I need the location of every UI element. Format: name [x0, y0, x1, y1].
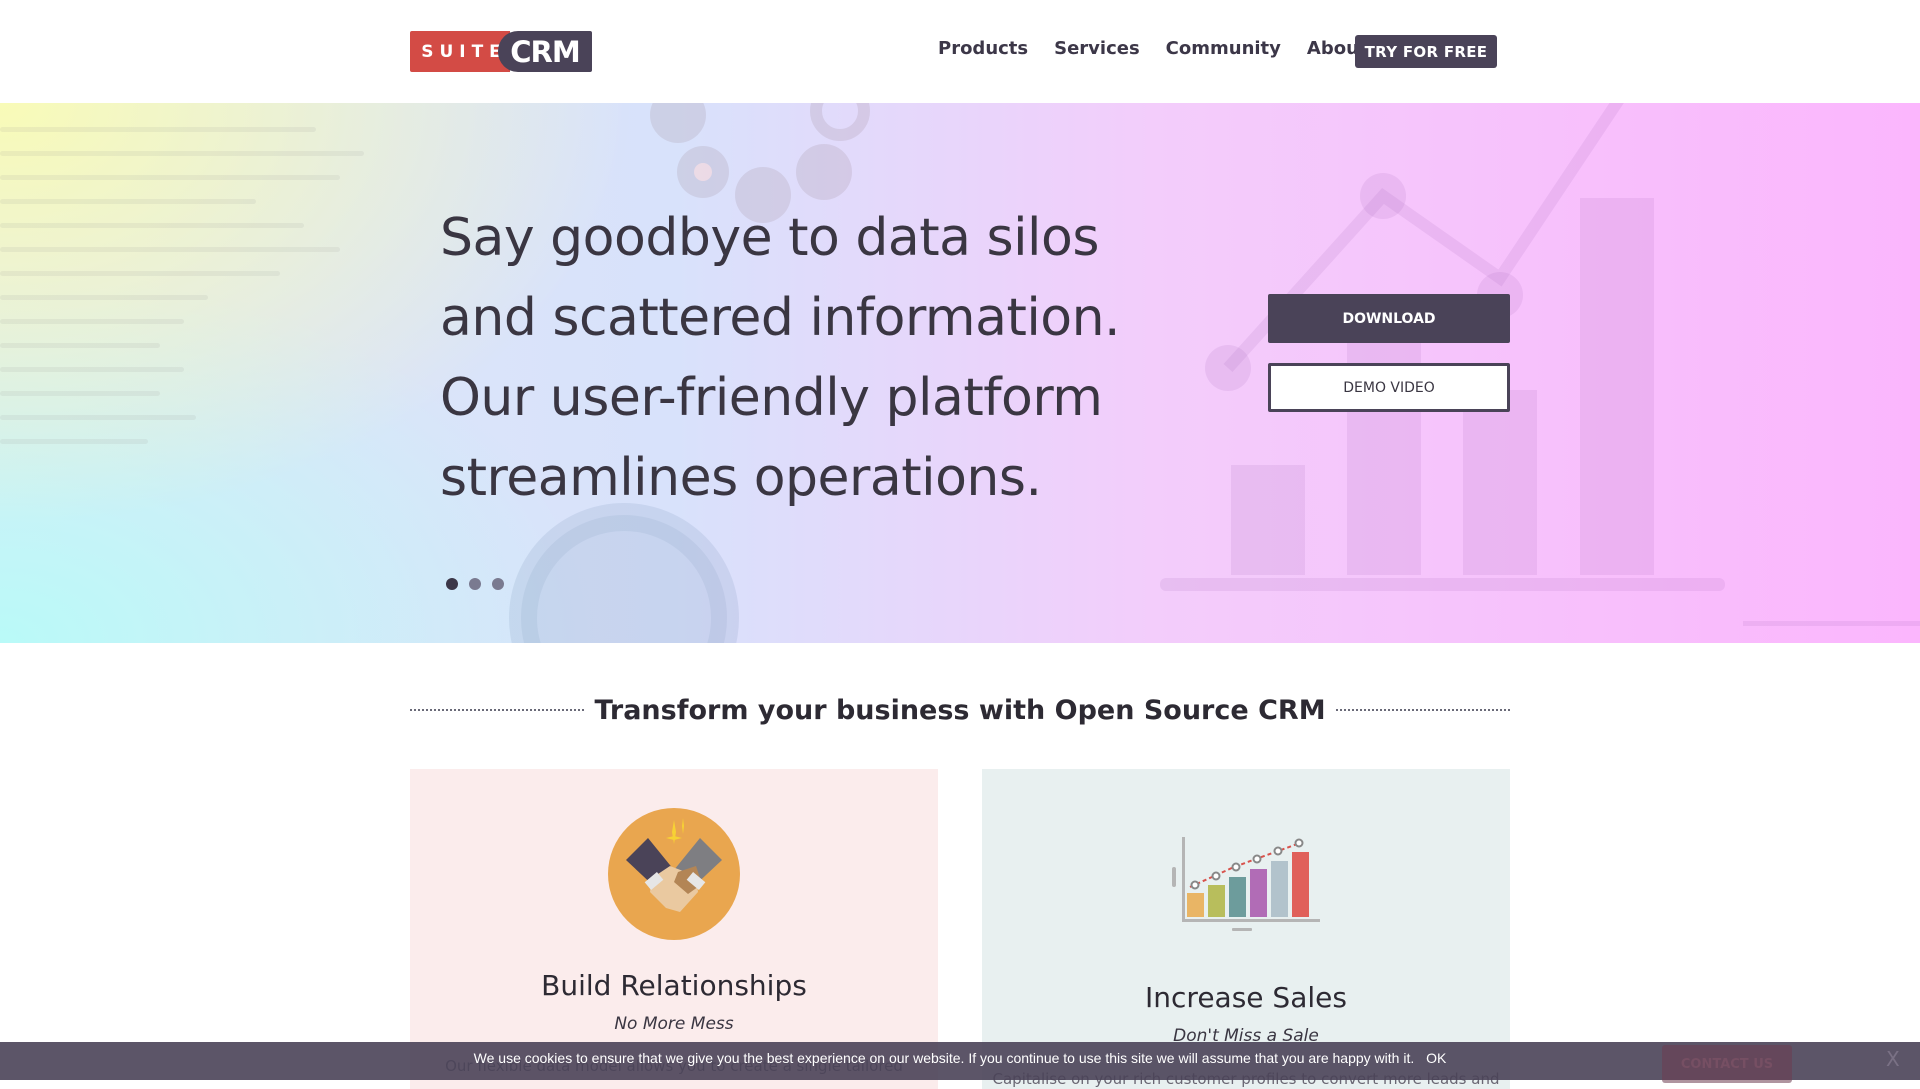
sales-chart-icon [1172, 837, 1320, 931]
hero-banner: Say goodbye to data silos and scattered … [0, 103, 1920, 643]
cookie-message-row: We use cookies to ensure that we give yo… [0, 1050, 1920, 1066]
logo-suite-text: SUITE [410, 31, 510, 72]
cookie-banner: We use cookies to ensure that we give yo… [0, 1042, 1920, 1080]
feature-card-relationships: Build Relationships No More Mess Our fle… [410, 769, 938, 1089]
nav-products[interactable]: Products [938, 38, 1028, 59]
hero-line: streamlines operations. [440, 448, 1042, 508]
nav-community[interactable]: Community [1166, 38, 1281, 59]
decorative-chart-icon [1160, 103, 1920, 626]
download-button[interactable]: DOWNLOAD [1268, 294, 1510, 343]
logo-crm-text: CRM [498, 31, 592, 72]
carousel-dot-3[interactable] [492, 578, 504, 590]
divider-left [410, 709, 585, 711]
card-title: Increase Sales [1145, 981, 1347, 1014]
card-subtitle: No More Mess [614, 1014, 734, 1034]
hero-headline: Say goodbye to data silos and scattered … [440, 198, 1140, 518]
handshake-icon [608, 808, 740, 940]
hero-line: Our user-friendly platform [440, 368, 1103, 428]
nav-services[interactable]: Services [1054, 38, 1140, 59]
section-heading: Transform your business with Open Source… [410, 690, 1510, 730]
hero-line: and scattered information. [440, 288, 1121, 348]
suitecrm-logo[interactable]: SUITE CRM [410, 31, 592, 72]
cookie-ok-button[interactable]: OK [1426, 1050, 1446, 1066]
main-nav: Products Services Community About [938, 38, 1394, 59]
carousel-dot-1[interactable] [446, 578, 458, 590]
section-title: Transform your business with Open Source… [594, 694, 1326, 726]
contact-us-button[interactable]: CONTACT US [1662, 1045, 1792, 1083]
site-header: SUITE CRM Products Services Community Ab… [0, 0, 1920, 103]
try-for-free-button[interactable]: TRY FOR FREE [1355, 35, 1497, 68]
hero-line: Say goodbye to data silos [440, 208, 1099, 268]
divider-right [1335, 709, 1510, 711]
carousel-dot-2[interactable] [469, 578, 481, 590]
carousel-indicators [446, 578, 504, 590]
close-icon[interactable]: X [1886, 1047, 1900, 1071]
cookie-message: We use cookies to ensure that we give yo… [473, 1050, 1415, 1066]
card-title: Build Relationships [541, 969, 807, 1002]
feature-card-sales: Increase Sales Don't Miss a Sale Capital… [982, 769, 1510, 1089]
demo-video-button[interactable]: DEMO VIDEO [1268, 363, 1510, 412]
